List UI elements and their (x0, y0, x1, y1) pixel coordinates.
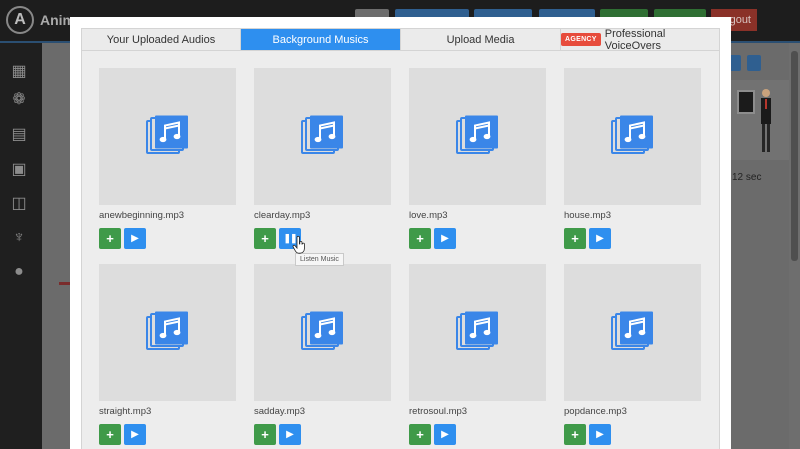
plus-icon: + (106, 427, 114, 442)
play-music-button[interactable]: ▶ (124, 424, 146, 445)
image-icon[interactable]: ▣ (9, 161, 29, 179)
page-scrollbar[interactable] (789, 43, 800, 449)
paw-icon[interactable]: ❁ (9, 91, 29, 109)
music-thumbnail[interactable] (254, 264, 391, 401)
listen-music-tooltip: Listen Music (295, 253, 344, 266)
drop-icon[interactable]: ● (9, 263, 29, 281)
music-card: love.mp3 + ▶ (409, 68, 546, 249)
music-card: sadday.mp3 + ▶ (254, 264, 391, 445)
add-music-button[interactable]: + (564, 228, 586, 249)
music-filename: house.mp3 (564, 210, 612, 221)
music-filename: sadday.mp3 (254, 406, 306, 417)
tab-label: Upload Media (446, 33, 515, 46)
microphone-icon[interactable]: ♆ (9, 229, 29, 247)
play-music-button[interactable]: ▶ (589, 228, 611, 249)
add-music-button[interactable]: + (409, 228, 431, 249)
music-card: clearday.mp3 + ❚❚ (254, 68, 391, 249)
music-filename: anewbeginning.mp3 (99, 210, 185, 221)
music-card: straight.mp3 + ▶ (99, 264, 236, 445)
music-file-icon (146, 115, 190, 155)
tab-professional-voiceovers[interactable]: AGENCY Professional VoiceOvers (561, 27, 719, 52)
character-figure (761, 89, 771, 152)
tab-label: Professional VoiceOvers (604, 27, 666, 52)
plus-icon: + (571, 427, 579, 442)
tab-background-musics[interactable]: Background Musics (241, 29, 401, 50)
play-music-button[interactable]: ▶ (589, 424, 611, 445)
music-thumbnail[interactable] (409, 264, 546, 401)
play-icon: ▶ (286, 429, 294, 440)
plus-icon: + (261, 231, 269, 246)
play-music-button[interactable]: ▶ (279, 424, 301, 445)
music-card: house.mp3 + ▶ (564, 68, 701, 249)
scene-duration: 12 sec (732, 172, 762, 183)
play-icon: ▶ (441, 233, 449, 244)
scrollbar-thumb[interactable] (791, 51, 798, 261)
music-filename: retrosoul.mp3 (409, 406, 468, 417)
play-icon: ▶ (131, 233, 139, 244)
play-icon: ▶ (596, 429, 604, 440)
music-filename: love.mp3 (409, 210, 448, 221)
add-music-button[interactable]: + (254, 228, 276, 249)
plus-icon: + (571, 231, 579, 246)
music-card: anewbeginning.mp3 + ▶ (99, 68, 236, 249)
add-music-button[interactable]: + (254, 424, 276, 445)
music-file-icon (611, 115, 655, 155)
agency-badge: AGENCY (561, 33, 601, 46)
play-music-button[interactable]: ▶ (434, 424, 456, 445)
play-icon: ▶ (596, 233, 604, 244)
music-thumbnail[interactable] (564, 68, 701, 205)
music-library-modal: Your Uploaded Audios Background Musics U… (70, 17, 731, 449)
plus-icon: + (416, 231, 424, 246)
music-thumbnail[interactable] (254, 68, 391, 205)
music-thumbnail[interactable] (409, 68, 546, 205)
music-grid: anewbeginning.mp3 + ▶ clearday.mp3 + ❚❚ … (81, 51, 720, 449)
music-file-icon (301, 311, 345, 351)
add-music-button[interactable]: + (99, 228, 121, 249)
play-music-button[interactable]: ▶ (434, 228, 456, 249)
plus-icon: + (416, 427, 424, 442)
add-music-button[interactable]: + (99, 424, 121, 445)
hand-cursor-icon (292, 236, 305, 254)
music-thumbnail[interactable] (99, 68, 236, 205)
music-file-icon (456, 311, 500, 351)
tab-label: Background Musics (272, 33, 369, 46)
clapperboard-icon[interactable]: ▦ (9, 63, 29, 81)
document-icon[interactable]: ▤ (9, 126, 29, 144)
add-music-button[interactable]: + (564, 424, 586, 445)
plus-icon: + (261, 427, 269, 442)
music-file-icon (301, 115, 345, 155)
app-sidebar: ▦ ❁ ▤ ▣ ◫ ♆ ● (0, 43, 42, 449)
music-thumbnail[interactable] (564, 264, 701, 401)
add-music-button[interactable]: + (409, 424, 431, 445)
music-thumbnail[interactable] (99, 264, 236, 401)
music-filename: straight.mp3 (99, 406, 152, 417)
music-filename: popdance.mp3 (564, 406, 627, 417)
play-music-button[interactable]: ▶ (124, 228, 146, 249)
scene-preview (731, 80, 795, 160)
tab-label: Your Uploaded Audios (106, 33, 216, 46)
chalkboard (737, 90, 755, 114)
music-file-icon (456, 115, 500, 155)
play-icon: ▶ (441, 429, 449, 440)
music-file-icon (146, 311, 190, 351)
modal-tabs: Your Uploaded Audios Background Musics U… (81, 27, 720, 52)
app-logo-icon: A (6, 6, 34, 34)
music-card: retrosoul.mp3 + ▶ (409, 264, 546, 445)
music-card: popdance.mp3 + ▶ (564, 264, 701, 445)
plus-icon: + (106, 231, 114, 246)
layers-icon[interactable]: ◫ (9, 195, 29, 213)
tab-upload-media[interactable]: Upload Media (401, 29, 561, 50)
workspace-button[interactable] (747, 55, 761, 71)
play-icon: ▶ (131, 429, 139, 440)
music-file-icon (611, 311, 655, 351)
music-filename: clearday.mp3 (254, 210, 311, 221)
tab-uploaded-audios[interactable]: Your Uploaded Audios (82, 29, 241, 50)
